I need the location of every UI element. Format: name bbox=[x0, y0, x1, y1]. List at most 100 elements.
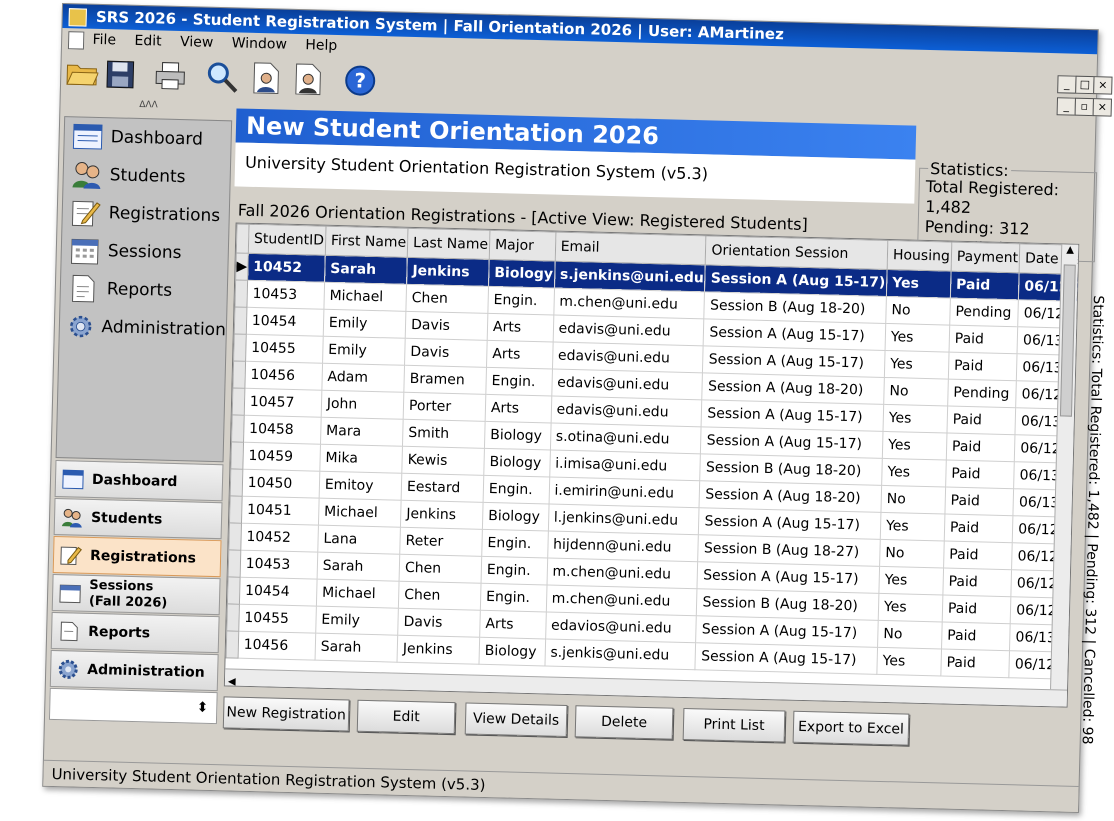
table-cell[interactable]: Engin. bbox=[485, 367, 553, 397]
view-details-button[interactable]: View Details bbox=[464, 702, 568, 738]
row-header[interactable] bbox=[234, 279, 248, 308]
row-header[interactable] bbox=[227, 576, 240, 605]
row-header[interactable] bbox=[234, 306, 247, 335]
scroll-left-arrow-icon[interactable]: ◀ bbox=[225, 676, 236, 687]
table-cell[interactable]: John bbox=[321, 390, 404, 420]
nav-button-students[interactable]: Students bbox=[53, 497, 223, 540]
child-minimize-button[interactable]: _ bbox=[1056, 97, 1077, 116]
table-cell[interactable]: No bbox=[883, 377, 949, 407]
menu-edit[interactable]: Edit bbox=[134, 33, 162, 50]
table-cell[interactable]: Pending bbox=[949, 298, 1019, 327]
table-cell[interactable]: Jenkins bbox=[397, 635, 480, 665]
table-cell[interactable]: Reter bbox=[399, 527, 483, 557]
table-cell[interactable]: Engin. bbox=[487, 286, 555, 316]
table-cell[interactable]: 10458 bbox=[243, 415, 322, 445]
table-cell[interactable]: Paid bbox=[944, 514, 1014, 543]
minimize-button[interactable]: _ bbox=[1057, 75, 1077, 94]
registrations-grid[interactable]: StudentID First Name Last Name Major Ema… bbox=[223, 222, 1080, 708]
table-cell[interactable]: 10451 bbox=[241, 496, 319, 526]
table-cell[interactable]: 10456 bbox=[244, 361, 323, 391]
table-cell[interactable]: Emily bbox=[322, 336, 406, 366]
scroll-thumb[interactable] bbox=[1059, 264, 1076, 417]
table-cell[interactable]: Sarah bbox=[314, 633, 398, 663]
table-cell[interactable]: Jenkins bbox=[406, 257, 490, 287]
save-button[interactable] bbox=[103, 57, 138, 92]
nav-administration[interactable]: Administration bbox=[59, 307, 226, 349]
table-cell[interactable]: 10459 bbox=[242, 442, 321, 472]
table-cell[interactable]: Yes bbox=[882, 431, 947, 461]
nav-button-administration[interactable]: Administration bbox=[49, 649, 219, 692]
table-cell[interactable]: 10456 bbox=[237, 631, 316, 661]
table-cell[interactable]: 06/13/26 bbox=[1009, 623, 1080, 654]
table-cell[interactable]: Paid bbox=[948, 325, 1018, 354]
table-cell[interactable]: m.chen@uni.edu bbox=[545, 584, 698, 616]
student-record-button[interactable] bbox=[249, 61, 284, 96]
table-cell[interactable]: Emily bbox=[323, 309, 406, 339]
table-cell[interactable]: 06/12/26 bbox=[1008, 650, 1080, 681]
table-cell[interactable]: edavis@uni.edu bbox=[551, 369, 703, 400]
row-header[interactable] bbox=[231, 414, 244, 443]
table-cell[interactable]: Yes bbox=[880, 512, 945, 541]
table-cell[interactable]: Paid bbox=[943, 540, 1013, 570]
table-cell[interactable]: hijdenn@uni.edu bbox=[547, 530, 699, 562]
table-cell[interactable]: Chen bbox=[398, 581, 481, 611]
column-header[interactable]: Email bbox=[554, 232, 707, 265]
table-cell[interactable]: 10452 bbox=[247, 253, 326, 283]
table-cell[interactable]: 10455 bbox=[238, 604, 317, 634]
table-cell[interactable]: Biology bbox=[483, 448, 551, 477]
help-button[interactable]: ? bbox=[343, 63, 378, 98]
table-cell[interactable]: Kewis bbox=[401, 446, 485, 476]
row-header[interactable] bbox=[230, 441, 244, 470]
table-cell[interactable]: Lana bbox=[317, 525, 401, 555]
table-cell[interactable]: Paid bbox=[946, 406, 1016, 435]
menu-view[interactable]: View bbox=[180, 34, 214, 51]
table-cell[interactable]: Arts bbox=[486, 340, 553, 370]
menu-window[interactable]: Window bbox=[232, 35, 288, 52]
table-cell[interactable]: Engin. bbox=[480, 583, 547, 612]
table-cell[interactable]: l.jenkins@uni.edu bbox=[547, 503, 700, 535]
column-header[interactable]: Major bbox=[489, 230, 556, 262]
table-cell[interactable]: Paid bbox=[948, 352, 1018, 381]
table-cell[interactable]: Paid bbox=[941, 621, 1011, 651]
child-restore-button[interactable]: ▫ bbox=[1074, 97, 1095, 117]
row-header[interactable] bbox=[226, 630, 239, 659]
nav-reports[interactable]: Reports bbox=[60, 269, 227, 311]
row-header[interactable] bbox=[232, 387, 245, 416]
table-cell[interactable]: Pending bbox=[947, 379, 1017, 408]
table-cell[interactable]: Michael bbox=[318, 498, 402, 528]
table-cell[interactable]: 10453 bbox=[246, 280, 325, 310]
table-cell[interactable]: Yes bbox=[882, 404, 948, 434]
new-registration-button[interactable]: New Registration bbox=[222, 696, 350, 732]
table-cell[interactable]: Arts bbox=[487, 313, 554, 343]
table-cell[interactable]: Engin. bbox=[480, 556, 548, 585]
table-cell[interactable]: Eestard bbox=[401, 473, 484, 503]
child-close-button[interactable]: × bbox=[1092, 98, 1113, 117]
table-cell[interactable]: Porter bbox=[403, 392, 486, 422]
table-cell[interactable]: Mara bbox=[320, 417, 404, 447]
table-cell[interactable]: Chen bbox=[399, 554, 482, 584]
table-cell[interactable]: Jenkins bbox=[400, 500, 484, 530]
row-header[interactable] bbox=[226, 603, 240, 632]
table-cell[interactable]: Emily bbox=[315, 606, 399, 636]
table-cell[interactable]: Sarah bbox=[316, 552, 400, 582]
table-cell[interactable]: i.imisa@uni.edu bbox=[549, 449, 701, 481]
sidebar-grip[interactable]: ΔΛΛ bbox=[64, 98, 232, 118]
table-cell[interactable]: Paid bbox=[940, 648, 1010, 678]
table-cell[interactable]: 10450 bbox=[241, 469, 320, 499]
scroll-up-arrow-icon[interactable]: ▲ bbox=[1062, 244, 1078, 260]
print-list-button[interactable]: Print List bbox=[682, 707, 786, 743]
table-cell[interactable]: Sarah bbox=[324, 255, 408, 285]
table-cell[interactable]: 10454 bbox=[239, 577, 317, 607]
table-cell[interactable]: 10457 bbox=[243, 388, 322, 418]
table-cell[interactable]: edavis@uni.edu bbox=[552, 315, 705, 346]
table-cell[interactable]: Yes bbox=[878, 593, 943, 622]
nav-button-reports[interactable]: Reports bbox=[50, 611, 220, 654]
table-cell[interactable]: Davis bbox=[404, 338, 488, 368]
table-cell[interactable]: Chen bbox=[405, 284, 489, 314]
table-cell[interactable]: 10453 bbox=[239, 550, 318, 580]
table-cell[interactable]: Engin. bbox=[481, 529, 548, 558]
table-cell[interactable]: No bbox=[879, 539, 945, 568]
open-folder-button[interactable] bbox=[65, 56, 100, 91]
table-cell[interactable]: Biology bbox=[482, 502, 549, 531]
table-cell[interactable]: Paid bbox=[942, 567, 1012, 597]
